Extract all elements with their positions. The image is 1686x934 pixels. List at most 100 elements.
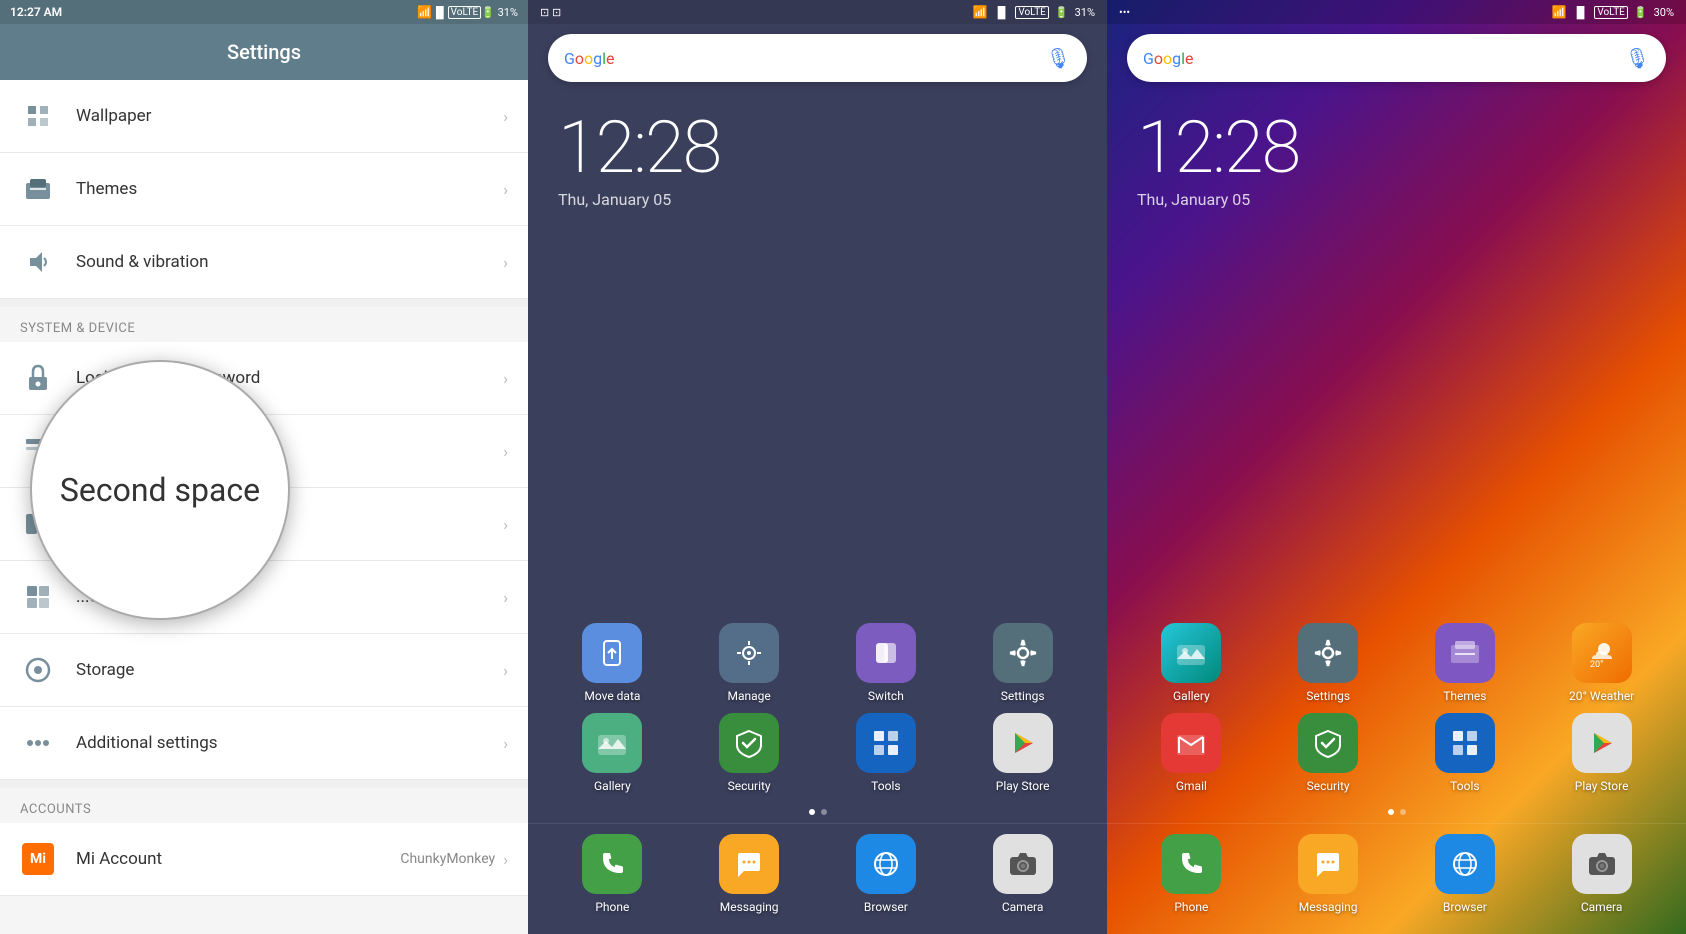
signal-icon: ▐▌ bbox=[432, 6, 448, 19]
switch-label: Switch bbox=[868, 689, 904, 703]
move-data-app[interactable]: Move data bbox=[548, 623, 677, 703]
themes2-app[interactable]: Themes bbox=[1401, 623, 1530, 703]
colorful-signal: ▐▌ bbox=[1573, 6, 1589, 19]
tools2-app[interactable]: Tools bbox=[1401, 713, 1530, 793]
tools2-label: Tools bbox=[1450, 779, 1479, 793]
dot-1 bbox=[809, 809, 815, 815]
security2-label: Security bbox=[1307, 779, 1350, 793]
settings-panel: 12:27 AM 📶 ▐▌ VoLTE 🔋 31% Settings Wallp… bbox=[0, 0, 528, 934]
google-logo-dark: Google bbox=[564, 49, 615, 68]
manage-app[interactable]: Manage bbox=[685, 623, 814, 703]
messaging2-app[interactable]: Messaging bbox=[1264, 834, 1393, 914]
dark-wifi-icon: 📶 bbox=[973, 5, 988, 19]
dark-battery-pct: 31% bbox=[1075, 6, 1095, 19]
dark-clock-time: 12:28 bbox=[558, 112, 1077, 184]
wallpaper-arrow: › bbox=[503, 107, 508, 126]
camera2-icon bbox=[1572, 834, 1632, 894]
themes-icon bbox=[20, 171, 56, 207]
gallery-app[interactable]: Gallery bbox=[548, 713, 677, 793]
weather-app[interactable]: 20° 20° Weather bbox=[1537, 623, 1666, 703]
phone2-app[interactable]: Phone bbox=[1127, 834, 1256, 914]
security-app[interactable]: Security bbox=[685, 713, 814, 793]
messaging2-icon bbox=[1298, 834, 1358, 894]
additional-label: Additional settings bbox=[76, 733, 503, 753]
themes-item[interactable]: Themes › bbox=[0, 153, 528, 226]
additional-arrow: › bbox=[503, 734, 508, 753]
camera2-label: Camera bbox=[1581, 900, 1623, 914]
mi-account-item[interactable]: Mi Mi Account ChunkyMonkey › bbox=[0, 823, 528, 896]
manage-icon bbox=[719, 623, 779, 683]
dark-status-bar: ⊡ ⊡ 📶 ▐▌ VoLTE 🔋 31% bbox=[528, 0, 1107, 24]
settings2-label: Settings bbox=[1306, 689, 1350, 703]
settings-header: Settings bbox=[0, 24, 528, 80]
camera-app[interactable]: Camera bbox=[958, 834, 1087, 914]
move-data-label: Move data bbox=[584, 689, 640, 703]
colorful-page-dots bbox=[1107, 809, 1686, 815]
security2-app[interactable]: Security bbox=[1264, 713, 1393, 793]
messaging-app[interactable]: Messaging bbox=[685, 834, 814, 914]
phone-icon bbox=[582, 834, 642, 894]
play-store-label: Play Store bbox=[996, 779, 1050, 793]
browser-app[interactable]: Browser bbox=[822, 834, 951, 914]
storage-item[interactable]: Storage › bbox=[0, 634, 528, 707]
dark-battery: 🔋 bbox=[1055, 6, 1069, 19]
security-label: Security bbox=[728, 779, 771, 793]
storage-label: Storage bbox=[76, 660, 503, 680]
play-store2-app[interactable]: Play Store bbox=[1537, 713, 1666, 793]
dark-apps-row1: Move data Manage Switch bbox=[528, 623, 1107, 703]
mi-account-value: ChunkyMonkey bbox=[400, 851, 495, 867]
performance-arrow: › bbox=[503, 588, 508, 607]
mic-icon-dark[interactable]: 🎙 bbox=[1046, 46, 1071, 70]
additional-item[interactable]: Additional settings › bbox=[0, 707, 528, 780]
magnifier-overlay: Second space bbox=[30, 360, 290, 620]
gmail-app[interactable]: Gmail bbox=[1127, 713, 1256, 793]
wifi-icon: 📶 bbox=[417, 5, 432, 19]
colorful-clock-date: Thu, January 05 bbox=[1137, 190, 1656, 209]
manage-label: Manage bbox=[727, 689, 770, 703]
security2-icon bbox=[1298, 713, 1358, 773]
colorful-apps-row2: Gmail Security Tools bbox=[1107, 713, 1686, 793]
themes2-label: Themes bbox=[1443, 689, 1486, 703]
status-time: 12:27 AM bbox=[10, 5, 62, 19]
play-store-icon bbox=[993, 713, 1053, 773]
messaging2-label: Messaging bbox=[1299, 900, 1358, 914]
dark-clock-date: Thu, January 05 bbox=[558, 190, 1077, 209]
google-logo-colorful: Google bbox=[1143, 49, 1194, 68]
phone2-label: Phone bbox=[1174, 900, 1208, 914]
colorful-wifi: 📶 bbox=[1552, 5, 1567, 19]
camera2-app[interactable]: Camera bbox=[1537, 834, 1666, 914]
battery-icon: 🔋 31% bbox=[481, 6, 518, 19]
sound-icon bbox=[20, 244, 56, 280]
settings-status-bar: 12:27 AM 📶 ▐▌ VoLTE 🔋 31% bbox=[0, 0, 528, 24]
space-arrow: › bbox=[503, 515, 508, 534]
magnifier-text: Second space bbox=[60, 471, 260, 509]
switch-icon bbox=[856, 623, 916, 683]
settings2-app[interactable]: Settings bbox=[1264, 623, 1393, 703]
tools-app[interactable]: Tools bbox=[822, 713, 951, 793]
play-store-app[interactable]: Play Store bbox=[958, 713, 1087, 793]
switch-app[interactable]: Switch bbox=[822, 623, 951, 703]
settings-app-item[interactable]: Settings bbox=[958, 623, 1087, 703]
gallery-label: Gallery bbox=[594, 779, 631, 793]
messaging-icon bbox=[719, 834, 779, 894]
gallery2-app[interactable]: Gallery bbox=[1127, 623, 1256, 703]
wallpaper-item[interactable]: Wallpaper › bbox=[0, 80, 528, 153]
browser2-app[interactable]: Browser bbox=[1401, 834, 1530, 914]
colorful-status-bar: ••• 📶 ▐▌ VoLTE 🔋 30% bbox=[1107, 0, 1686, 24]
storage-icon bbox=[20, 652, 56, 688]
additional-icon bbox=[20, 725, 56, 761]
camera-label: Camera bbox=[1002, 900, 1044, 914]
divider-1 bbox=[0, 299, 528, 307]
dark-bottom-dock: Phone Messaging bbox=[528, 823, 1107, 934]
wallpaper-icon bbox=[20, 98, 56, 134]
sound-label: Sound & vibration bbox=[76, 252, 503, 272]
sound-item[interactable]: Sound & vibration › bbox=[0, 226, 528, 299]
settings-title: Settings bbox=[227, 40, 301, 64]
mic-icon-colorful[interactable]: 🎙 bbox=[1625, 46, 1650, 70]
gallery2-icon bbox=[1161, 623, 1221, 683]
dark-google-search[interactable]: Google 🎙 bbox=[548, 34, 1087, 82]
phone-app[interactable]: Phone bbox=[548, 834, 677, 914]
colorful-google-search[interactable]: Google 🎙 bbox=[1127, 34, 1666, 82]
move-data-icon bbox=[582, 623, 642, 683]
tools-icon bbox=[856, 713, 916, 773]
